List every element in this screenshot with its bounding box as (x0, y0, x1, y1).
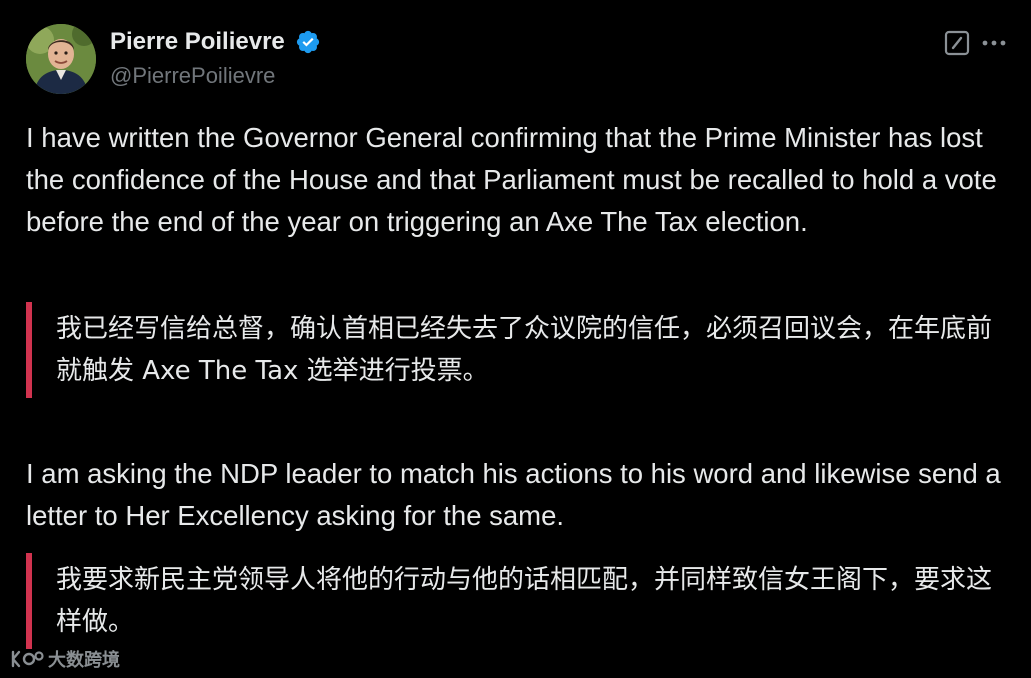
avatar-image (26, 24, 96, 94)
post-paragraph-2: I am asking the NDP leader to match his … (26, 458, 1001, 531)
translation-text-1: 我已经写信给总督，确认首相已经失去了众议院的信任，必须召回议会，在年底前就触发 … (56, 314, 993, 386)
grok-slash-icon[interactable] (944, 30, 970, 56)
watermark-text: 大数跨境 (48, 650, 120, 671)
post-header: Pierre Poilievre @PierrePoilievre (26, 24, 1006, 96)
avatar[interactable] (26, 24, 96, 94)
more-horizontal-icon[interactable] (980, 32, 1008, 54)
post-paragraph-1: I have written the Governor General conf… (26, 122, 997, 237)
watermark: 大数跨境 (10, 646, 120, 672)
display-name[interactable]: Pierre Poilievre (110, 28, 285, 56)
translation-text-2: 我要求新民主党领导人将他的行动与他的话相匹配，并同样致信女王阁下，要求这样做。 (56, 565, 993, 637)
author-block: Pierre Poilievre @PierrePoilievre (110, 28, 321, 90)
author-handle[interactable]: @PierrePoilievre (110, 62, 321, 90)
translation-quote-2: 我要求新民主党领导人将他的行动与他的话相匹配，并同样致信女王阁下，要求这样做。 (26, 553, 1006, 649)
watermark-logo-icon (11, 650, 44, 668)
translation-quote-1: 我已经写信给总督，确认首相已经失去了众议院的信任，必须召回议会，在年底前就触发 … (26, 302, 1006, 398)
verified-badge-icon[interactable] (295, 29, 321, 55)
